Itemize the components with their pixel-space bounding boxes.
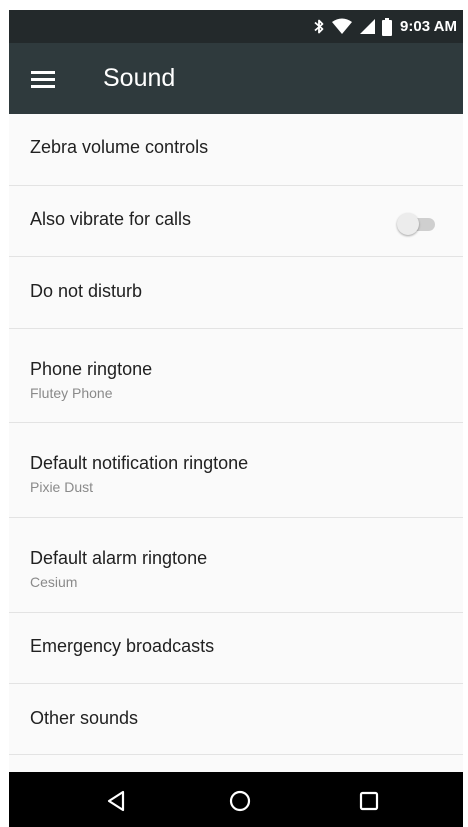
bluetooth-icon <box>313 18 325 35</box>
toggle-thumb <box>397 213 419 235</box>
setting-title: Do not disturb <box>30 281 143 301</box>
home-icon[interactable] <box>223 784 257 818</box>
app-bar: Sound <box>9 43 463 114</box>
navigation-bar <box>9 772 463 827</box>
status-time: 9:03 AM <box>400 18 457 35</box>
page-title: Sound <box>103 64 176 92</box>
signal-icon <box>359 18 376 35</box>
setting-title: Default alarm ringtone <box>30 548 208 568</box>
device-screen: 9:03 AM Sound Zebra volume controls Also… <box>9 10 463 827</box>
back-icon[interactable] <box>99 784 133 818</box>
settings-list: Zebra volume controls Also vibrate for c… <box>9 114 463 772</box>
setting-title: Also vibrate for calls <box>30 209 192 229</box>
status-bar: 9:03 AM <box>9 10 463 43</box>
setting-subtitle: Flutey Phone <box>30 385 113 401</box>
hamburger-menu-icon[interactable] <box>29 66 57 92</box>
setting-do-not-disturb[interactable]: Do not disturb <box>9 257 463 329</box>
setting-also-vibrate-for-calls[interactable]: Also vibrate for calls <box>9 186 463 257</box>
setting-default-notification-ringtone[interactable]: Default notification ringtone Pixie Dust <box>9 423 463 518</box>
wifi-icon <box>331 18 353 35</box>
setting-subtitle: Cesium <box>30 574 78 590</box>
setting-zebra-volume-controls[interactable]: Zebra volume controls <box>9 114 463 186</box>
setting-emergency-broadcasts[interactable]: Emergency broadcasts <box>9 613 463 684</box>
setting-default-alarm-ringtone[interactable]: Default alarm ringtone Cesium <box>9 518 463 613</box>
setting-title: Emergency broadcasts <box>30 636 215 656</box>
vibrate-toggle[interactable] <box>397 213 437 235</box>
status-icons: 9:03 AM <box>313 10 457 43</box>
recents-icon[interactable] <box>352 784 386 818</box>
setting-title: Other sounds <box>30 708 139 728</box>
setting-title: Zebra volume controls <box>30 137 209 157</box>
battery-icon <box>382 17 393 36</box>
setting-subtitle: Pixie Dust <box>30 479 94 495</box>
setting-phone-ringtone[interactable]: Phone ringtone Flutey Phone <box>9 329 463 423</box>
setting-title: Default notification ringtone <box>30 453 249 473</box>
setting-other-sounds[interactable]: Other sounds <box>9 684 463 755</box>
setting-title: Phone ringtone <box>30 359 153 379</box>
